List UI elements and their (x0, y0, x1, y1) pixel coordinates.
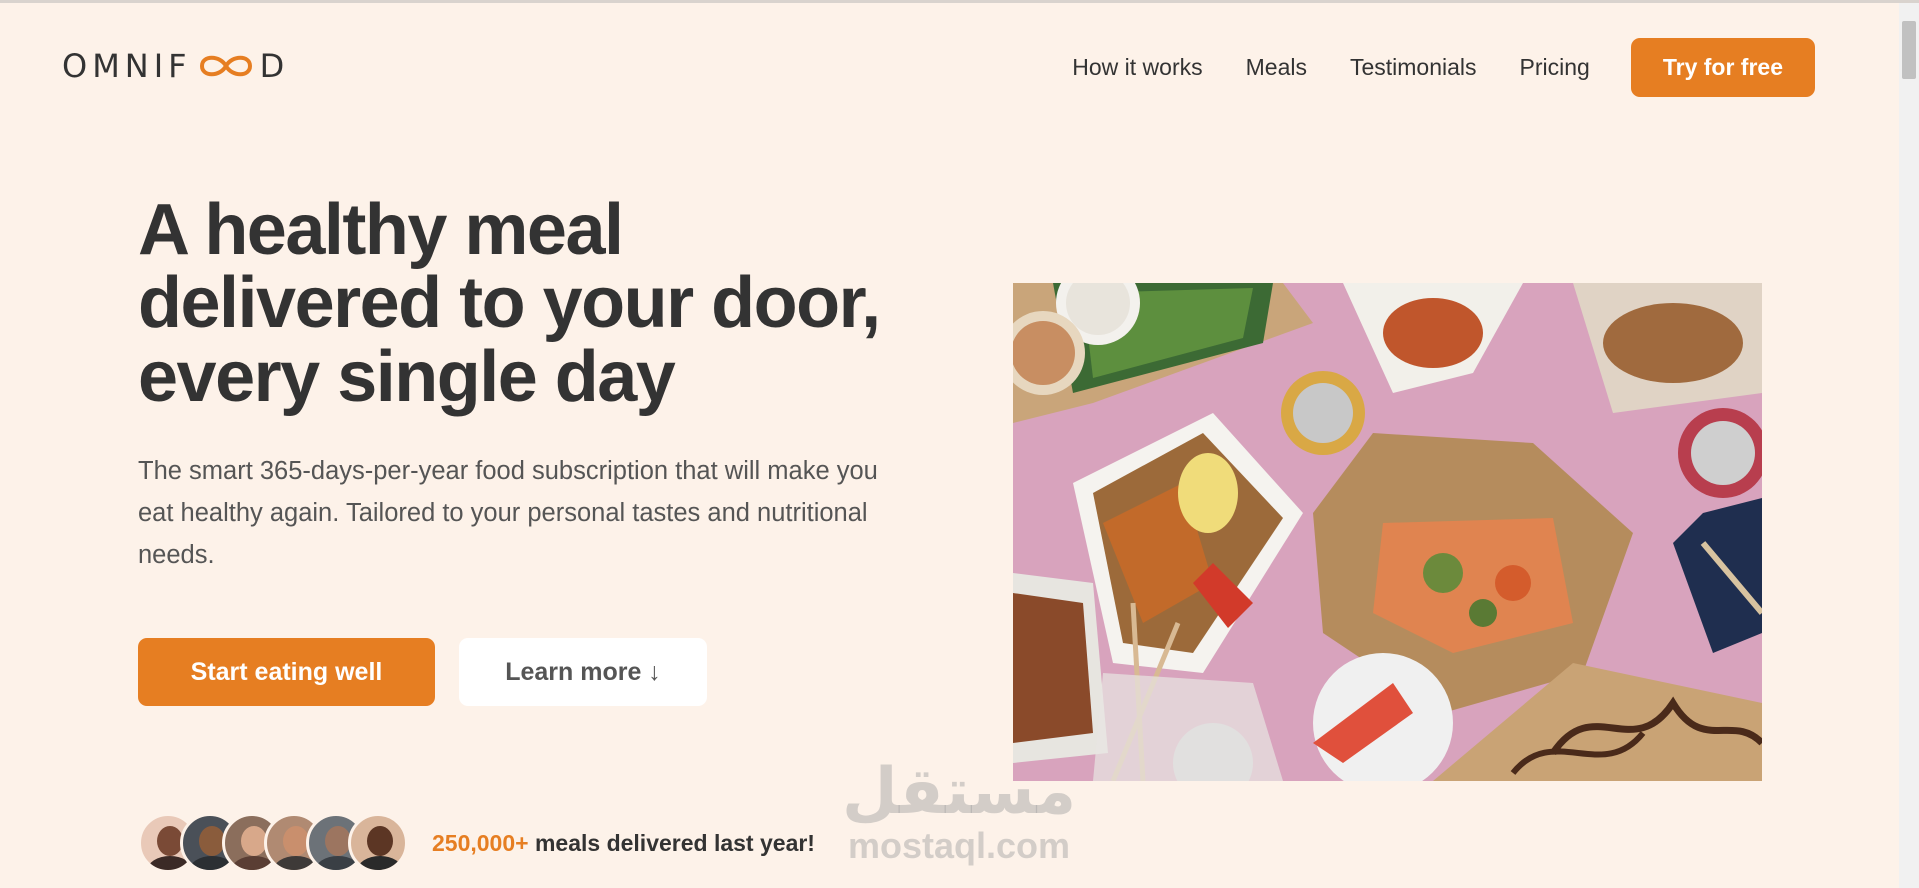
delivered-label: meals delivered last year! (528, 829, 815, 856)
scrollbar-thumb[interactable] (1902, 21, 1916, 79)
watermark-latin: mostaql.com (848, 825, 1071, 866)
nav-meals[interactable]: Meals (1246, 54, 1307, 81)
hero-description: The smart 365-days-per-year food subscri… (138, 457, 878, 570)
hero-title: A healthy meal delivered to your door, e… (138, 190, 881, 417)
site-header: OMNIF D How it works Meals Testimonials … (0, 3, 1899, 127)
hero-food-image (1013, 283, 1762, 781)
food-photo (1013, 283, 1762, 781)
nav-testimonials[interactable]: Testimonials (1350, 54, 1477, 81)
logo-text-right: D (259, 47, 290, 85)
learn-more-button[interactable]: Learn more ↓ (459, 638, 707, 706)
delivered-text: 250,000+ meals delivered last year! (432, 830, 815, 857)
main-nav: How it works Meals Testimonials Pricing … (1072, 38, 1815, 97)
delivered-meals: 250,000+ meals delivered last year! (138, 812, 815, 874)
nav-pricing[interactable]: Pricing (1520, 54, 1590, 81)
avatar (348, 813, 408, 873)
start-eating-well-button[interactable]: Start eating well (138, 638, 435, 706)
omnifood-logo[interactable]: OMNIF D (62, 47, 289, 85)
try-for-free-button[interactable]: Try for free (1630, 38, 1815, 97)
delivered-count: 250,000+ (432, 829, 529, 856)
nav-how-it-works[interactable]: How it works (1072, 54, 1202, 81)
infinity-icon (199, 55, 252, 77)
logo-text-left: OMNIF (62, 47, 192, 85)
page-scrollbar[interactable] (1899, 3, 1919, 888)
